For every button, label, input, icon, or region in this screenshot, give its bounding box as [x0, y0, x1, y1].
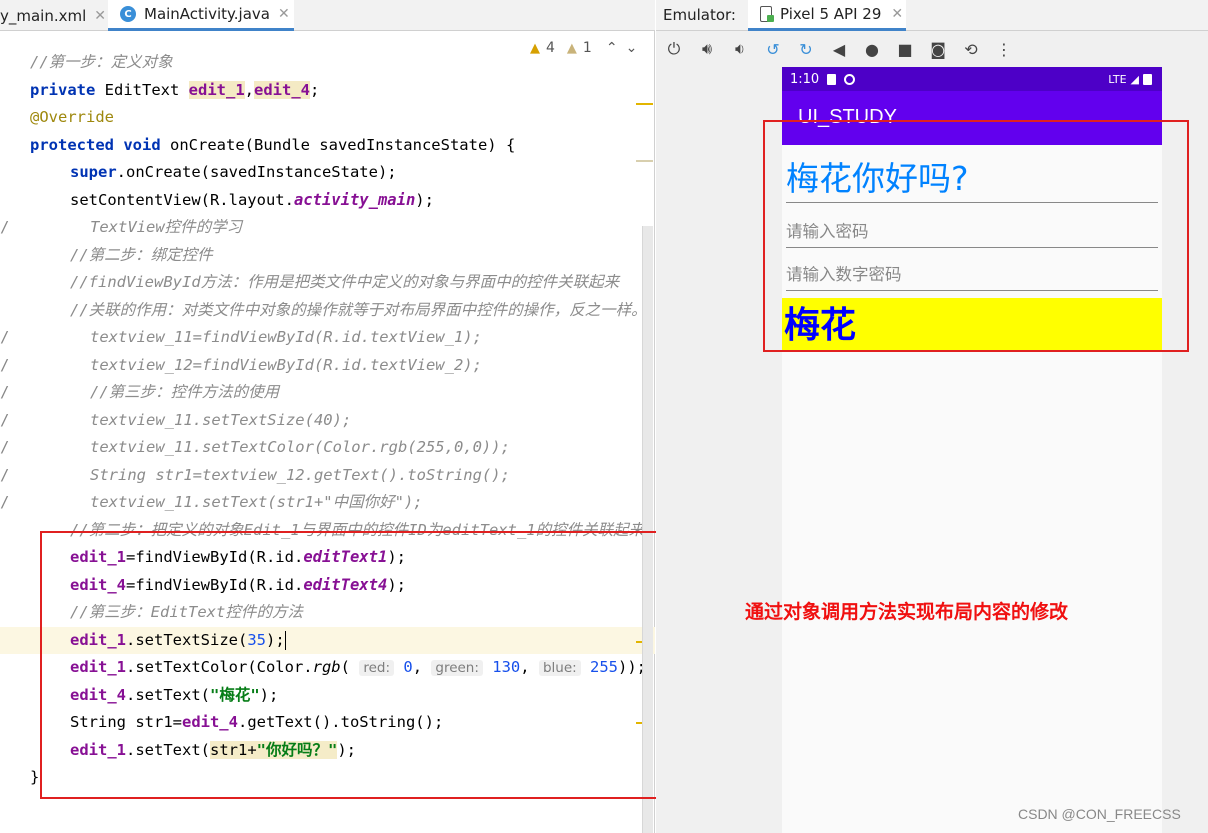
home-icon[interactable]: ● [863, 40, 881, 59]
overview-icon[interactable]: ■ [896, 40, 914, 59]
emulator-label: Emulator: [663, 6, 736, 24]
tab-pixel-5-api-29[interactable]: Pixel 5 API 29 ✕ [748, 0, 906, 31]
code-line: //关联的作用：对类文件中对象的操作就等于对布局界面中控件的操作，反之一样。 [70, 300, 647, 319]
code-line: protected void onCreate(Bundle savedInst… [30, 135, 516, 154]
code-line: private EditText edit_1,edit_4; [30, 80, 320, 99]
tab-label: y_main.xml [0, 6, 87, 25]
back-icon[interactable]: ◀ [830, 40, 848, 59]
emulator-tab-bar: Emulator: Pixel 5 API 29 ✕ [656, 0, 1208, 31]
code-highlight-box [40, 531, 660, 799]
tab-activity-main-xml[interactable]: y_main.xml ✕ [0, 0, 106, 31]
camera-icon[interactable]: ◙ [929, 40, 947, 59]
code-line: //findViewById方法：作用是把类文件中定义的对象与界面中的控件关联起… [70, 273, 620, 291]
close-icon[interactable]: ✕ [278, 6, 290, 22]
code-line: / textview_11.setTextColor(Color.rgb(255,… [0, 438, 510, 456]
code-line: / TextView控件的学习 [0, 218, 243, 236]
status-time: 1:10 [790, 71, 820, 87]
close-icon[interactable]: ✕ [891, 6, 903, 22]
snapshot-icon[interactable]: ⟲ [962, 40, 980, 59]
annotation-text: 通过对象调用方法实现布局内容的修改 [745, 601, 1069, 623]
code-line: / textview_11=findViewById(R.id.textView_… [0, 328, 482, 346]
code-line: / textview_11.setText(str1+"中国你好"); [0, 493, 423, 511]
code-line: //第二步：绑定控件 [70, 245, 213, 264]
warning-stripe-marker[interactable] [636, 103, 653, 105]
network-type: LTE [1108, 72, 1127, 86]
weak-warning-stripe-marker[interactable] [636, 160, 653, 162]
code-line: super.onCreate(savedInstanceState); [70, 163, 397, 181]
status-bar: 1:10 LTE ◢ [782, 67, 1162, 91]
battery-icon [1143, 73, 1152, 85]
code-line: / textview_12=findViewById(R.id.textView_… [0, 355, 482, 374]
rotate-right-icon[interactable]: ↻ [797, 40, 815, 59]
code-line: / String str1=textview_12.getText().toStr… [0, 465, 510, 484]
more-options-icon[interactable]: ⋮ [995, 40, 1013, 59]
volume-down-icon[interactable]: 🔉︎ [731, 39, 749, 58]
rotate-left-icon[interactable]: ↺ [764, 40, 782, 59]
close-icon[interactable]: ✕ [94, 8, 106, 24]
watermark-credit: CSDN @CON_FREECSS [1018, 806, 1181, 822]
tab-main-activity-java[interactable]: C MainActivity.java ✕ [108, 0, 294, 31]
editor-tab-bar: y_main.xml ✕ C MainActivity.java ✕ [0, 0, 655, 31]
phone-highlight-box [763, 120, 1189, 352]
code-line: / textview_11.setTextSize(40); [0, 410, 352, 429]
signal-icon: ◢ [1130, 72, 1139, 86]
power-icon[interactable]: ⏻ [665, 39, 683, 58]
device-tab-label: Pixel 5 API 29 [780, 5, 882, 23]
code-line: @Override [30, 108, 114, 126]
sync-icon [844, 73, 856, 85]
device-icon [760, 6, 774, 22]
sd-card-icon [827, 73, 837, 85]
tab-label: MainActivity.java [144, 5, 270, 23]
emulator-toolbar: ⏻ 🔊︎ 🔉︎ ↺ ↻ ◀ ● ■ ◙ ⟲ ⋮ [656, 32, 1208, 66]
code-line: ///第三步：控件方法的使用 [0, 383, 280, 401]
code-line: setContentView(R.layout.activity_main); [70, 190, 434, 209]
code-line: //第一步：定义对象 [30, 53, 173, 71]
volume-up-icon[interactable]: 🔊︎ [698, 39, 716, 58]
java-class-icon: C [120, 6, 136, 22]
